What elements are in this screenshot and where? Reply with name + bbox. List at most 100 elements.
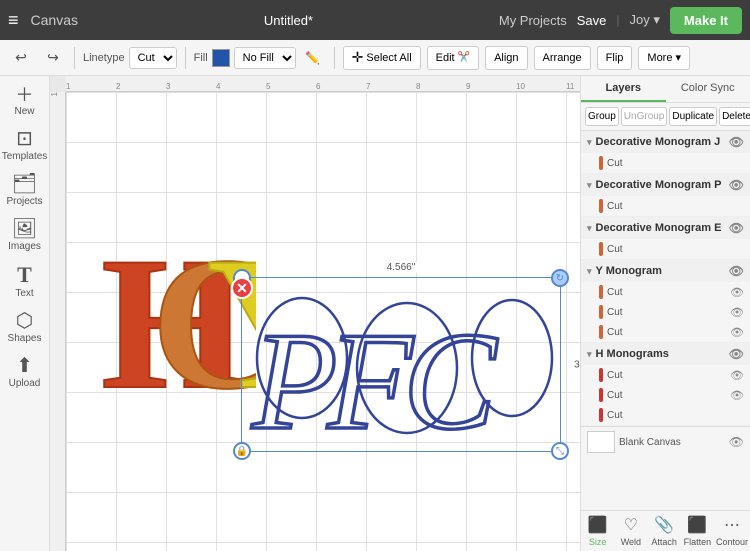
eye-icon[interactable]: 👁 <box>730 369 744 382</box>
sidebar-item-images[interactable]: 🖼 Images <box>0 213 49 258</box>
panel-toolbar: Group UnGroup Duplicate Delete <box>581 103 750 131</box>
edit-button[interactable]: Edit ✂️ <box>427 46 479 70</box>
sidebar-item-text-label: Text <box>15 288 33 299</box>
linetype-select[interactable]: Cut <box>129 47 177 69</box>
blank-canvas-preview <box>587 431 615 453</box>
eye-icon[interactable]: 👁 <box>730 286 744 299</box>
sidebar-item-shapes[interactable]: ⬡ Shapes <box>0 305 49 350</box>
top-bar: ≡ Canvas Untitled* My Projects Save | Jo… <box>0 0 750 40</box>
canvas-label: Canvas <box>31 12 78 28</box>
selection-height-label: 3.113" <box>574 359 580 370</box>
blank-canvas-eye[interactable]: 👁 <box>729 435 744 449</box>
color-bar <box>599 305 603 319</box>
hcy-monogram[interactable]: H C Y <box>96 187 256 417</box>
layer-group-j-header[interactable]: ▾ Decorative Monogram J 👁 <box>581 131 750 153</box>
visibility-p-icon[interactable]: 👁 <box>729 178 744 192</box>
bottom-tab-contour[interactable]: ⋯ Contour <box>714 511 750 551</box>
undo-button[interactable]: ↩ <box>8 45 34 71</box>
contour-icon: ⋯ <box>724 515 740 535</box>
layer-group-y-header[interactable]: ▾ Y Monogram 👁 <box>581 260 750 282</box>
arrange-button[interactable]: Arrange <box>534 46 591 70</box>
fill-color-swatch[interactable] <box>212 49 230 67</box>
sidebar-item-projects[interactable]: 🗂 Projects <box>0 168 49 213</box>
align-button[interactable]: Align <box>485 46 527 70</box>
eye-icon[interactable]: 👁 <box>730 306 744 319</box>
panel-tabs: Layers Color Sync <box>581 76 750 103</box>
sidebar-item-new[interactable]: ＋ New <box>0 80 49 123</box>
layer-item-y-cut1[interactable]: Cut 👁 <box>581 282 750 302</box>
color-bar <box>599 408 603 422</box>
color-bar <box>599 199 603 213</box>
layer-item-h-cut1[interactable]: Cut 👁 <box>581 365 750 385</box>
delete-button[interactable]: ✕ <box>231 277 253 299</box>
visibility-h-icon[interactable]: 👁 <box>729 347 744 361</box>
tab-layers[interactable]: Layers <box>581 76 666 102</box>
duplicate-button[interactable]: Duplicate <box>669 107 717 126</box>
eye-icon[interactable]: 👁 <box>730 389 744 402</box>
layer-item-p-cut[interactable]: Cut <box>581 196 750 216</box>
fill-select[interactable]: No Fill <box>234 47 296 69</box>
chevron-icon: ▾ <box>587 266 592 277</box>
redo-button[interactable]: ↪ <box>40 45 66 71</box>
visibility-e-icon[interactable]: 👁 <box>729 221 744 235</box>
divider: | <box>616 13 619 27</box>
blank-canvas-row: Blank Canvas 👁 <box>581 426 750 457</box>
layer-group-p-header[interactable]: ▾ Decorative Monogram P 👁 <box>581 174 750 196</box>
save-button[interactable]: Save <box>577 13 607 28</box>
sidebar-item-text[interactable]: T Text <box>0 258 49 305</box>
bottom-tab-attach[interactable]: 📎 Attach <box>648 511 681 551</box>
delete-layer-button[interactable]: Delete <box>719 107 750 126</box>
layer-group-e-name: Decorative Monogram E <box>596 222 722 234</box>
linetype-group: Linetype Cut <box>83 47 177 69</box>
toolbar: ↩ ↪ Linetype Cut Fill No Fill ✏️ ✛ Selec… <box>0 40 750 76</box>
color-bar <box>599 156 603 170</box>
pfc-svg: PFC <box>242 278 562 453</box>
pfc-selection-box[interactable]: 4.566" 3.113" ↻ 🔒 ⤡ PFC <box>241 277 561 452</box>
layer-item-h-cut3[interactable]: Cut <box>581 405 750 425</box>
bottom-tabs: ⬛ Size ♡ Weld 📎 Attach ⬛ Flatten ⋯ Conto… <box>581 510 750 551</box>
layer-group-e-header[interactable]: ▾ Decorative Monogram E 👁 <box>581 217 750 239</box>
ungroup-button[interactable]: UnGroup <box>621 107 668 126</box>
text-icon: T <box>17 264 32 286</box>
select-all-button[interactable]: ✛ Select All <box>343 46 421 70</box>
eye-icon[interactable]: 👁 <box>730 326 744 339</box>
canvas-area[interactable]: 1 2 3 4 5 6 7 8 9 10 11 1 H <box>50 76 580 551</box>
sidebar-item-templates-label: Templates <box>2 151 48 162</box>
linetype-label: Linetype <box>83 52 125 64</box>
projects-icon: 🗂 <box>12 174 37 194</box>
hcy-svg: H C Y <box>96 187 256 417</box>
group-button[interactable]: Group <box>585 107 619 126</box>
layer-item-e-cut[interactable]: Cut <box>581 239 750 259</box>
bottom-tab-size[interactable]: ⬛ Size <box>581 511 614 551</box>
shapes-icon: ⬡ <box>16 311 33 331</box>
chevron-icon: ▾ <box>587 137 592 148</box>
flip-button[interactable]: Flip <box>597 46 633 70</box>
color-bar <box>599 325 603 339</box>
layer-item-y-cut2[interactable]: Cut 👁 <box>581 302 750 322</box>
bottom-tab-weld[interactable]: ♡ Weld <box>614 511 647 551</box>
make-it-button[interactable]: Make It <box>670 7 742 34</box>
layer-group-h-name: H Monograms <box>596 348 669 360</box>
bottom-tab-flatten[interactable]: ⬛ Flatten <box>681 511 714 551</box>
visibility-y-icon[interactable]: 👁 <box>729 264 744 278</box>
document-title: Untitled* <box>264 13 313 28</box>
layer-group-h-header[interactable]: ▾ H Monograms 👁 <box>581 343 750 365</box>
blank-canvas-label: Blank Canvas <box>619 437 681 448</box>
fill-edit-icon[interactable]: ✏️ <box>300 45 326 71</box>
ruler-left: 1 <box>50 92 66 551</box>
sidebar-item-templates[interactable]: ⊡ Templates <box>0 123 49 168</box>
my-projects-link[interactable]: My Projects <box>499 13 567 28</box>
separator <box>74 47 75 69</box>
layer-item-h-cut2[interactable]: Cut 👁 <box>581 385 750 405</box>
layer-item-j-cut[interactable]: Cut <box>581 153 750 173</box>
svg-text:PFC: PFC <box>251 304 498 453</box>
tab-color-sync[interactable]: Color Sync <box>666 76 750 102</box>
user-menu[interactable]: Joy ▾ <box>630 12 660 28</box>
menu-icon[interactable]: ≡ <box>8 10 19 31</box>
canvas-content[interactable]: H C Y 4.566" 3.113" ↻ 🔒 <box>66 92 580 551</box>
sidebar-item-upload[interactable]: ⬆ Upload <box>0 350 49 395</box>
layer-item-y-cut3[interactable]: Cut 👁 <box>581 322 750 342</box>
more-button[interactable]: More ▾ <box>638 46 690 70</box>
sidebar-item-images-label: Images <box>8 241 41 252</box>
visibility-j-icon[interactable]: 👁 <box>729 135 744 149</box>
